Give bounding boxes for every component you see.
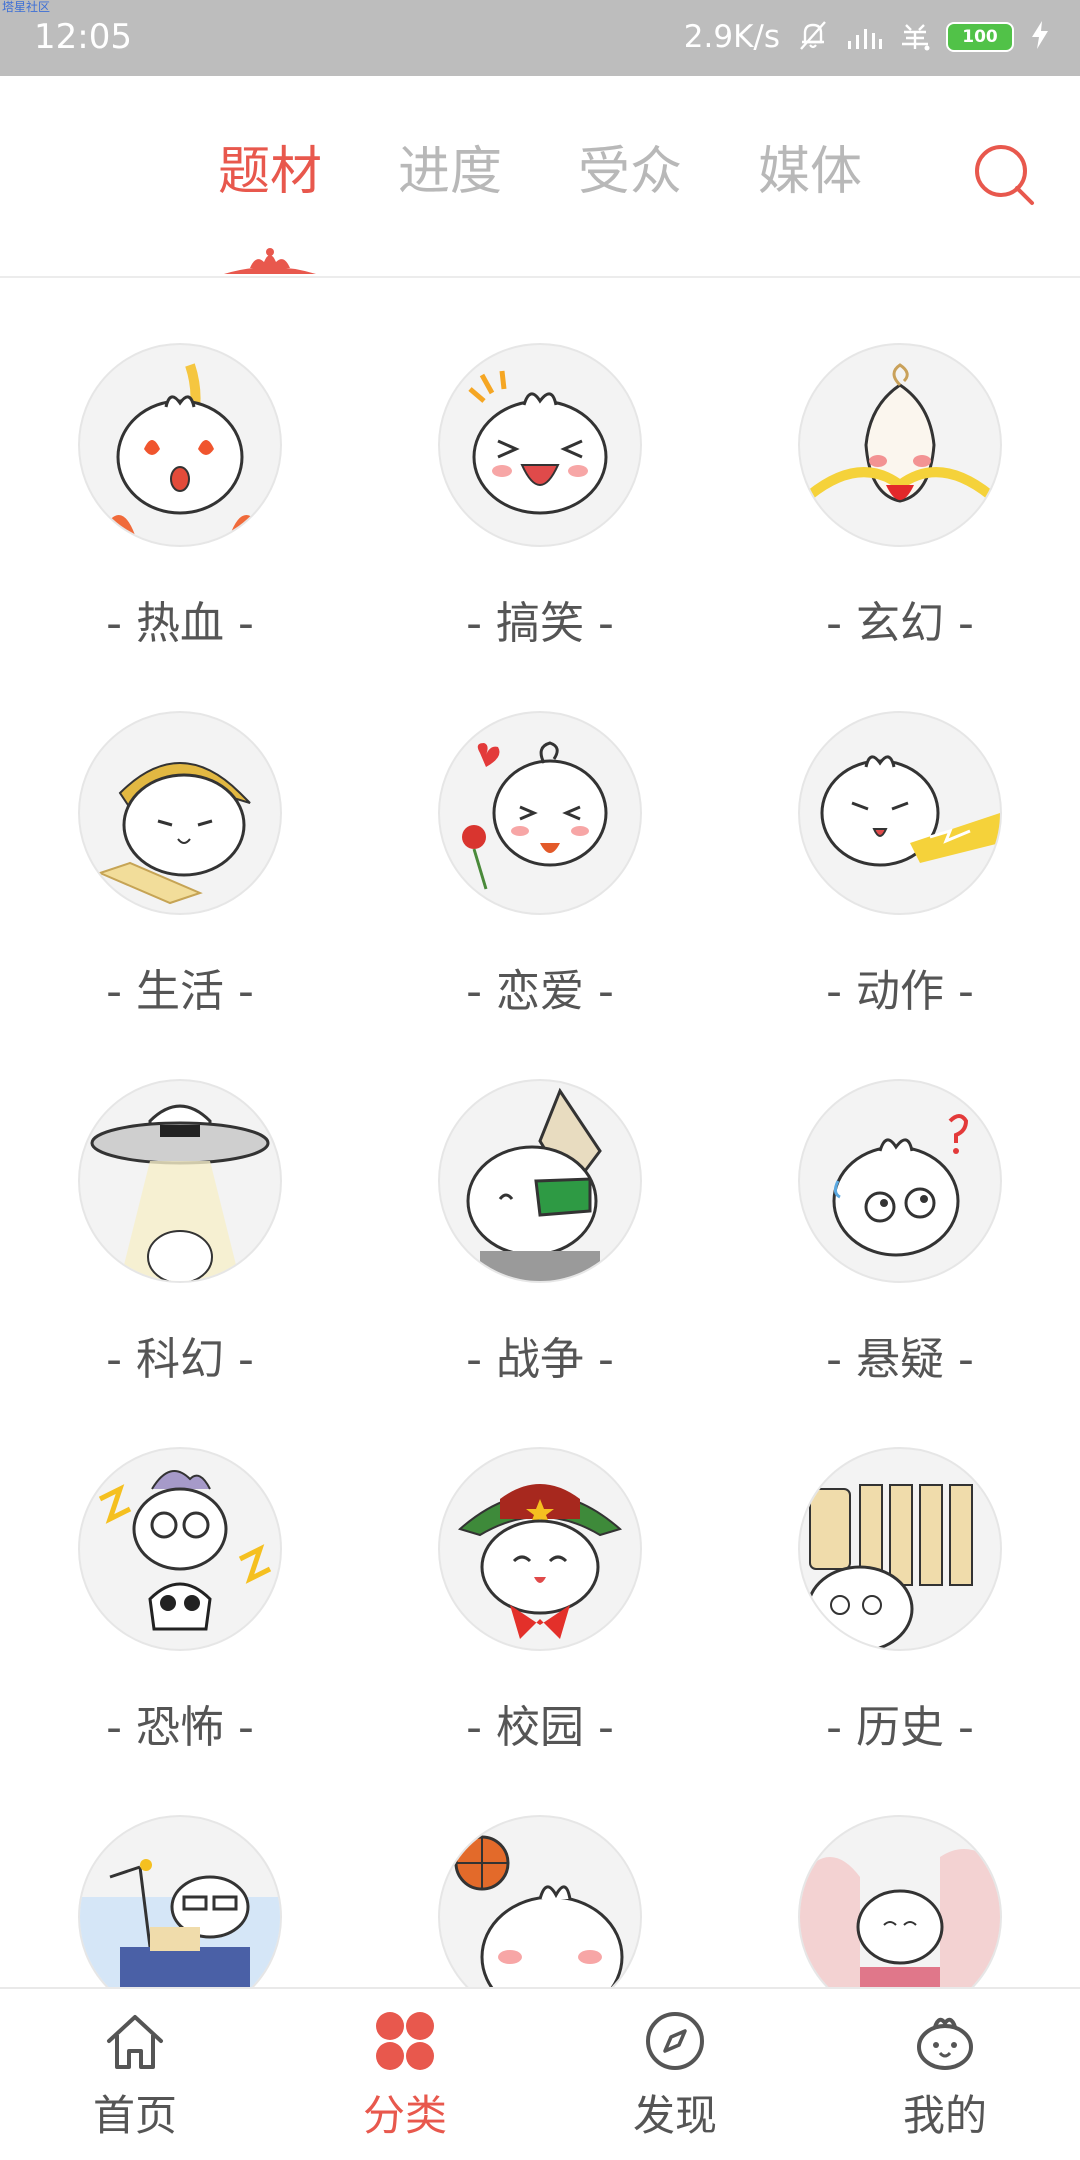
network-speed: 2.9K/s — [683, 19, 780, 55]
category-label: - 恋爱 - — [466, 966, 614, 1017]
carrier-icon — [900, 19, 930, 55]
category-action[interactable]: - 动作 - — [750, 646, 1050, 1017]
nav-discover[interactable]: 发现 — [540, 1989, 810, 2160]
category-funny[interactable]: - 搞笑 - — [390, 278, 690, 649]
hot-blooded-bun-icon — [78, 343, 282, 547]
tab-media[interactable]: 媒体 — [740, 140, 880, 204]
romance-bun-icon — [438, 711, 642, 915]
category-city[interactable] — [30, 1750, 330, 1987]
funny-bun-icon — [438, 343, 642, 547]
campus-bun-icon — [438, 1447, 642, 1651]
status-bar: 塔星社区 12:05 2.9K/s 100 — [0, 0, 1080, 76]
category-campus[interactable]: - 校园 - — [390, 1382, 690, 1753]
status-time: 12:05 — [34, 17, 132, 57]
nav-home[interactable]: 首页 — [0, 1989, 270, 2160]
nav-home-label: 首页 — [92, 2091, 177, 2140]
war-bun-icon — [438, 1079, 642, 1283]
category-mystery[interactable]: - 悬疑 - — [750, 1014, 1050, 1385]
category-label: - 玄幻 - — [826, 598, 974, 649]
category-hot-blooded[interactable]: - 热血 - — [30, 278, 330, 649]
category-label: - 动作 - — [826, 966, 974, 1017]
scifi-bun-icon — [78, 1079, 282, 1283]
category-life[interactable]: - 生活 - — [30, 646, 330, 1017]
category-label: - 搞笑 - — [466, 598, 614, 649]
fantasy-bun-icon — [798, 343, 1002, 547]
mystery-bun-icon — [798, 1079, 1002, 1283]
compass-icon — [646, 2012, 704, 2070]
category-label: - 科幻 - — [106, 1334, 254, 1385]
nav-profile-label: 我的 — [902, 2091, 987, 2140]
status-indicators: 2.9K/s 100 — [684, 14, 1050, 60]
bell-off-icon — [796, 18, 830, 56]
active-tab-indicator — [224, 248, 316, 274]
charging-bolt-icon — [1030, 20, 1050, 54]
category-ancient[interactable] — [750, 1750, 1050, 1987]
horror-bun-icon — [78, 1447, 282, 1651]
nav-category-label: 分类 — [362, 2091, 447, 2140]
category-label: - 恐怖 - — [106, 1702, 254, 1753]
category-history[interactable]: - 历史 - — [750, 1382, 1050, 1753]
category-romance[interactable]: - 恋爱 - — [390, 646, 690, 1017]
ancient-bun-icon — [798, 1815, 1002, 1987]
nav-discover-label: 发现 — [632, 2091, 717, 2140]
action-bun-icon — [798, 711, 1002, 915]
battery-indicator: 100 — [946, 22, 1014, 52]
category-war[interactable]: - 战争 - — [390, 1014, 690, 1385]
category-sports[interactable] — [390, 1750, 690, 1987]
signal-icon — [846, 19, 884, 55]
bottom-navigation: 首页 分类 发现 我的 — [0, 1987, 1080, 2160]
tab-audience[interactable]: 受众 — [560, 140, 700, 204]
category-grid: - 热血 - - 搞笑 - - 玄幻 - - 生活 - - 恋爱 - - 动作 … — [0, 278, 1080, 1987]
tab-progress[interactable]: 进度 — [380, 140, 520, 204]
nav-category[interactable]: 分类 — [270, 1989, 540, 2160]
tab-theme[interactable]: 题材 — [200, 140, 340, 204]
app-root: 塔星社区 12:05 2.9K/s 100 题材 进度 受众 媒体 - 热血 -… — [0, 0, 1080, 2160]
category-horror[interactable]: - 恐怖 - — [30, 1382, 330, 1753]
category-icon — [376, 2012, 434, 2070]
profile-icon — [917, 2017, 973, 2070]
category-label: - 生活 - — [106, 966, 254, 1017]
history-bun-icon — [798, 1447, 1002, 1651]
category-label: - 悬疑 - — [826, 1334, 974, 1385]
category-fantasy[interactable]: - 玄幻 - — [750, 278, 1050, 649]
category-label: - 历史 - — [826, 1702, 974, 1753]
city-bun-icon — [78, 1815, 282, 1987]
category-label: - 校园 - — [466, 1702, 614, 1753]
watermark-text: 塔星社区 — [2, 0, 51, 14]
category-label: - 热血 - — [106, 598, 254, 649]
sports-bun-icon — [438, 1815, 642, 1987]
search-icon[interactable] — [970, 140, 1040, 210]
category-scifi[interactable]: - 科幻 - — [30, 1014, 330, 1385]
home-icon — [107, 2015, 163, 2069]
category-tab-bar: 题材 进度 受众 媒体 — [0, 76, 1080, 278]
nav-profile[interactable]: 我的 — [810, 1989, 1080, 2160]
category-label: - 战争 - — [466, 1334, 614, 1385]
life-bun-icon — [78, 711, 282, 915]
